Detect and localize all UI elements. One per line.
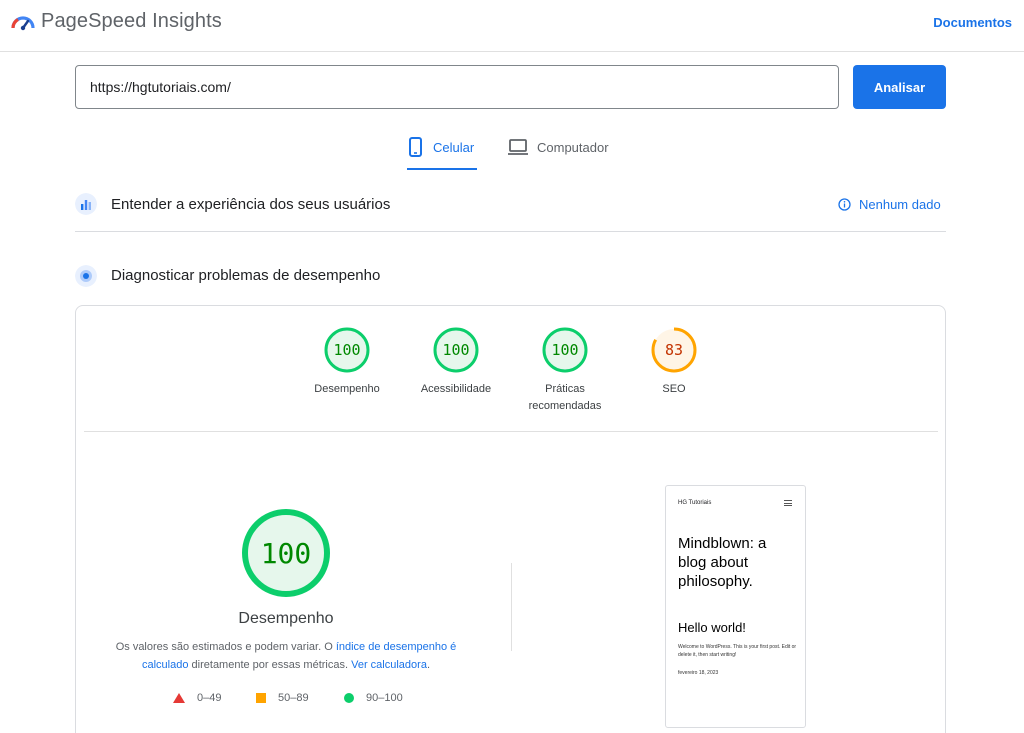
score-ring: 100 [433,327,479,373]
lab-data-title: Diagnosticar problemas de desempenho [111,267,381,284]
score-ring: 83 [651,327,697,373]
score-ring: 100 [324,327,370,373]
vertical-separator [511,563,512,651]
url-input[interactable] [75,65,839,109]
square-icon [256,693,266,703]
triangle-icon [173,693,185,703]
user-experience-icon [75,193,97,215]
gauge-seo[interactable]: 83 SEO [629,327,719,398]
performance-note: Os valores são estimados e podem variar.… [108,638,464,674]
laptop-icon [508,139,528,155]
hamburger-icon [784,500,792,508]
gauges-divider [84,431,938,432]
tab-desktop-label: Computador [537,140,609,155]
preview-headline: Mindblown: a blog about philosophy. [678,535,767,590]
performance-gauge: 100 [242,509,330,597]
legend-range: 50–89 [278,692,309,704]
section-divider [75,231,946,232]
score-value: 100 [333,341,360,359]
legend-fail: 0–49 [173,692,221,704]
legend-range: 0–49 [197,692,222,704]
preview-post-date: fevereiro 18, 2023 [678,670,719,676]
top-bar: PageSpeed Insights Documentos [0,0,1024,52]
performance-score: 100 [261,537,312,570]
gauge-performance[interactable]: 100 Desempenho [302,327,392,398]
performance-label: Desempenho [238,610,334,627]
analyze-button[interactable]: Analisar [853,65,946,109]
tab-mobile[interactable]: Celular [407,130,477,170]
legend-average: 50–89 [256,692,309,704]
gauge-label: Acessibilidade [420,383,492,395]
pagespeed-logo-icon[interactable] [11,10,35,34]
tab-desktop[interactable]: Computador [507,130,619,170]
circle-icon [344,693,354,703]
score-value: 83 [665,341,683,359]
preview-post-title: Hello world! [678,620,746,635]
no-data-label: Nenhum dado [859,197,941,212]
preview-site-name: HG Tutoriais [678,500,712,506]
page-screenshot-preview: HG Tutoriais Mindblown: a blog about phi… [665,485,806,728]
score-value: 100 [442,341,469,359]
gauge-label: Desempenho [314,383,380,395]
gauge-accessibility[interactable]: 100 Acessibilidade [411,327,501,398]
note-suffix: . [426,659,430,671]
gauge-best-practices[interactable]: 100 Práticas recomendadas [520,327,610,415]
legend-pass: 90–100 [344,692,403,704]
tab-mobile-label: Celular [433,140,475,155]
note-prefix: Os valores são estimados e podem variar.… [115,641,336,653]
smartphone-icon [409,137,422,157]
no-data-link[interactable]: Nenhum dado [838,197,941,212]
score-ring: 100 [542,327,588,373]
gauge-label: SEO [662,383,686,395]
gauge-label: Práticas recomendadas [528,383,602,412]
field-data-title: Entender a experiência dos seus usuários [111,196,391,213]
app-title[interactable]: PageSpeed Insights [41,10,222,33]
note-middle: diretamente por essas métricas. [188,659,352,671]
legend-range: 90–100 [366,692,403,704]
score-value: 100 [551,341,578,359]
info-icon [838,198,851,211]
calculator-link[interactable]: Ver calculadora [351,659,427,671]
preview-post-excerpt: Welcome to WordPress. This is your first… [678,644,797,658]
diagnose-icon [75,265,97,287]
documentation-link[interactable]: Documentos [933,15,1012,30]
